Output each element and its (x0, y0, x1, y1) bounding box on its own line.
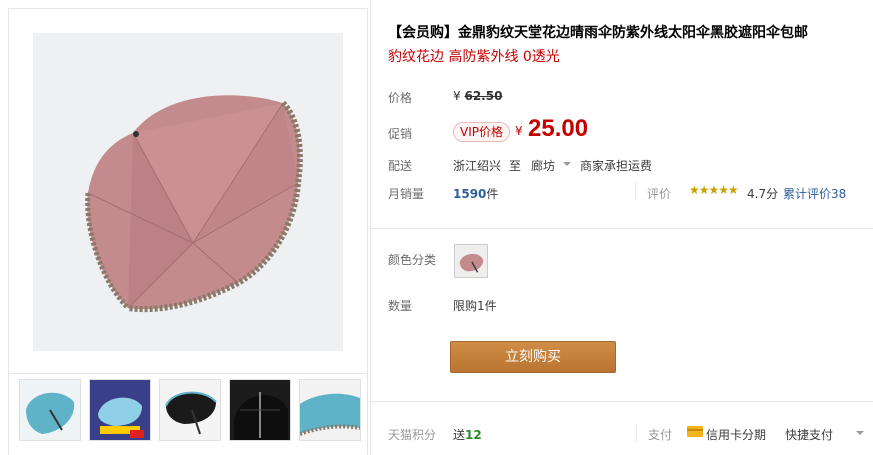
thumbnail-2[interactable] (89, 379, 151, 441)
product-title: 【会员购】金鼎豹纹天堂花边晴雨伞防紫外线太阳伞黑胶遮阳伞包邮 (388, 25, 808, 41)
shipping-origin: 浙江绍兴 (453, 159, 502, 173)
product-info-panel: 【会员购】金鼎豹纹天堂花边晴雨伞防紫外线太阳伞黑胶遮阳伞包邮 豹纹花边 高防紫外… (370, 0, 873, 455)
payment-label: 支付 (648, 428, 673, 442)
thumbnail-4[interactable] (229, 379, 291, 441)
star-icon: ★★★★★ (689, 183, 739, 197)
sales-unit: 件 (486, 187, 499, 201)
credit-card-icon (687, 426, 703, 437)
separator (636, 424, 637, 442)
shipping-to-word: 至 (509, 159, 522, 173)
section-divider (371, 228, 873, 229)
tmall-points: 送12 (453, 426, 482, 443)
credit-card-installment[interactable]: 信用卡分期 (706, 426, 766, 443)
section-divider (371, 401, 873, 402)
product-subtitle: 豹纹花边 高防紫外线 0透光 (388, 49, 560, 65)
reviews-prefix: 累计评价 (783, 187, 832, 201)
vip-price-badge: VIP价格 (453, 122, 510, 142)
thumbnail-1[interactable] (19, 379, 81, 441)
thumbnail-strip (19, 379, 369, 449)
caret-down-icon[interactable] (563, 162, 571, 166)
reviews-link[interactable]: 累计评价38 (783, 185, 846, 202)
original-price: ¥ 62.50 (453, 89, 502, 103)
sales-count: 1590 (453, 187, 487, 201)
sales-label: 月销量 (388, 187, 425, 201)
image-gallery (8, 8, 368, 455)
shipping-fee: 商家承担运费 (580, 159, 653, 173)
promo-price: 25.00 (528, 115, 589, 142)
buy-now-button[interactable]: 立刻购买 (450, 341, 616, 373)
promo-currency: ¥ (515, 124, 523, 138)
reviews-count: 38 (831, 187, 847, 201)
color-swatch-pink[interactable] (454, 244, 488, 278)
main-product-image[interactable] (33, 33, 343, 351)
gallery-divider (9, 373, 367, 374)
separator (635, 182, 636, 200)
thumbnail-3[interactable] (159, 379, 221, 441)
monthly-sales: 1590件 (453, 185, 498, 202)
points-label: 天猫积分 (388, 428, 437, 442)
purchase-limit: 限购1件 (453, 299, 497, 313)
points-prefix: 送 (453, 428, 466, 442)
quantity-label: 数量 (388, 299, 413, 313)
chevron-down-icon[interactable] (856, 431, 864, 435)
color-label: 颜色分类 (388, 253, 437, 267)
quick-pay[interactable]: 快捷支付 (785, 426, 833, 443)
thumbnail-5[interactable] (299, 379, 361, 441)
promo-label: 促销 (388, 127, 413, 141)
price-label: 价格 (388, 91, 413, 105)
rating-label: 评价 (647, 187, 672, 201)
currency-symbol: ¥ (453, 89, 461, 103)
umbrella-main-image (33, 33, 343, 351)
original-price-value: 62.50 (464, 89, 503, 103)
shipping-label: 配送 (388, 159, 413, 173)
points-value: 12 (465, 428, 482, 442)
shipping-destination-select[interactable]: 廊坊 (531, 157, 555, 174)
rating-score: 4.7分 (747, 187, 779, 201)
